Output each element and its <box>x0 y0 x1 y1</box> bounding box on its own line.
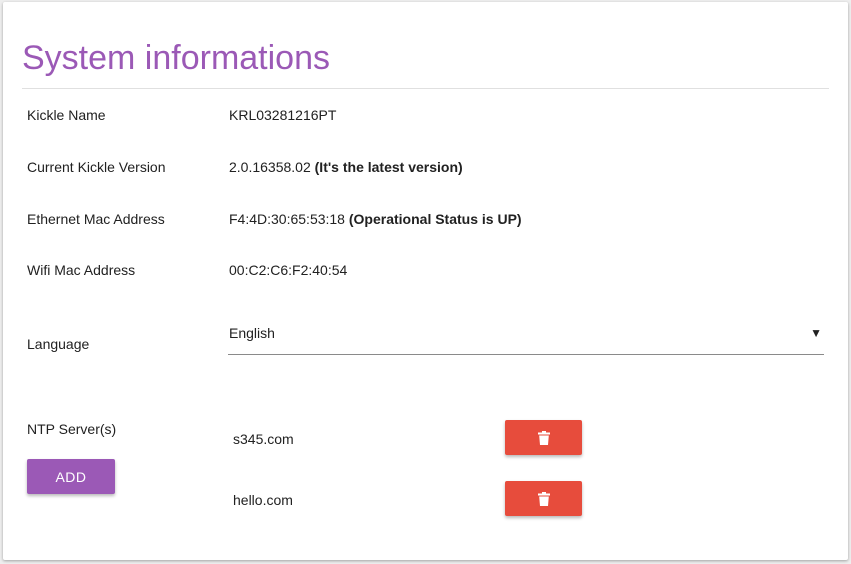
wifi-mac-label: Wifi Mac Address <box>27 262 136 278</box>
page-title: System informations <box>22 39 330 77</box>
ntp-servers-label: NTP Server(s) <box>27 421 117 437</box>
ethernet-mac-value: F4:4D:30:65:53:18 (Operational Status is… <box>229 210 522 228</box>
ntp-server-host: hello.com <box>233 492 293 508</box>
wifi-mac-value: 00:C2:C6:F2:40:54 <box>229 262 348 278</box>
delete-ntp-server-button[interactable] <box>505 420 582 455</box>
kickle-version-label: Current Kickle Version <box>27 159 166 175</box>
kickle-name-value: KRL03281216PT <box>229 107 337 123</box>
trash-icon <box>537 491 550 506</box>
delete-ntp-server-button[interactable] <box>505 481 582 516</box>
kickle-version-number: 2.0.16358.02 <box>229 159 311 175</box>
trash-icon <box>537 430 550 445</box>
ethernet-mac-address: F4:4D:30:65:53:18 <box>229 211 345 227</box>
language-label: Language <box>27 336 90 352</box>
system-info-card: System informations Kickle Name KRL03281… <box>3 2 848 560</box>
add-ntp-server-button[interactable]: ADD <box>27 459 115 494</box>
ntp-server-host: s345.com <box>233 431 294 447</box>
ethernet-mac-label: Ethernet Mac Address <box>27 211 165 227</box>
language-select[interactable]: English ▼ <box>228 318 824 355</box>
title-divider <box>22 88 829 89</box>
language-selected-value: English <box>229 325 275 341</box>
ethernet-operational-status: (Operational Status is UP) <box>348 211 522 227</box>
kickle-name-label: Kickle Name <box>27 107 106 123</box>
kickle-version-status: (It's the latest version) <box>314 159 463 175</box>
kickle-version-value: 2.0.16358.02 (It's the latest version) <box>229 158 463 176</box>
dropdown-arrow-icon: ▼ <box>810 326 822 340</box>
